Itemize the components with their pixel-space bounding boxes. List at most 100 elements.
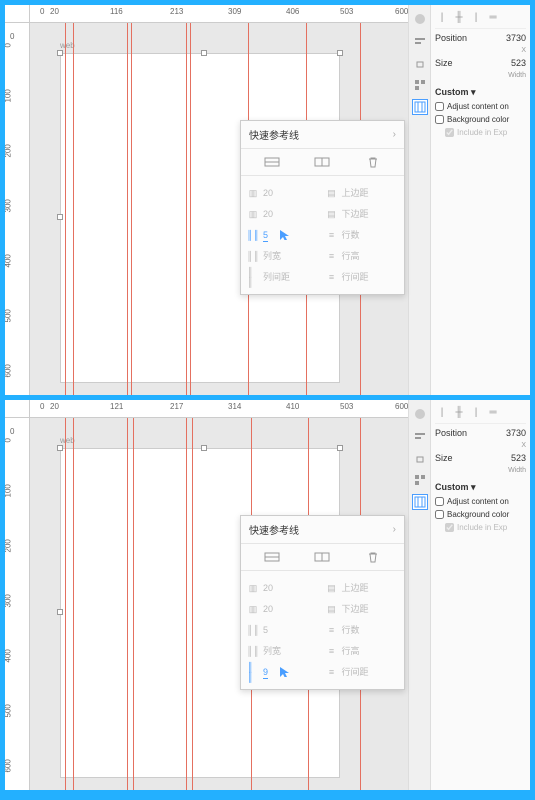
- vertical-guide[interactable]: [186, 23, 187, 395]
- ruler-origin: [5, 5, 30, 23]
- position-value[interactable]: 3730: [506, 33, 526, 43]
- rows-input[interactable]: 行数: [342, 227, 360, 243]
- align-icon[interactable]: [412, 428, 428, 444]
- align-top-icon[interactable]: ═: [486, 405, 500, 419]
- col-gap-input[interactable]: 9: [263, 666, 268, 679]
- vertical-guide[interactable]: [73, 23, 74, 395]
- chevron-right-icon[interactable]: ›: [393, 524, 396, 535]
- columns-input[interactable]: 5: [263, 229, 268, 242]
- align-center-icon[interactable]: ╫: [452, 405, 466, 419]
- margin-bottom-icon: ▤: [326, 603, 338, 615]
- adjust-checkbox[interactable]: [435, 102, 444, 111]
- vertical-guide[interactable]: [192, 418, 193, 790]
- columns-icon: ║║: [247, 229, 259, 241]
- margin-top-input[interactable]: 上边距: [342, 185, 369, 201]
- adjust-checkbox[interactable]: [435, 497, 444, 506]
- align-right-icon[interactable]: |: [469, 10, 483, 24]
- vertical-guide[interactable]: [131, 23, 132, 395]
- bgcolor-checkbox[interactable]: [435, 115, 444, 124]
- resize-handle[interactable]: [57, 609, 63, 615]
- trash-icon[interactable]: [363, 155, 383, 169]
- vertical-guide[interactable]: [186, 418, 187, 790]
- resize-handle[interactable]: [337, 50, 343, 56]
- ruler-tick: 121: [110, 402, 123, 411]
- ruler-vertical[interactable]: 0100200300400500600: [5, 23, 30, 395]
- vertical-guide[interactable]: [133, 418, 134, 790]
- options-icon[interactable]: [412, 472, 428, 488]
- align-icon[interactable]: [412, 33, 428, 49]
- ruler-tick: 0: [40, 7, 44, 16]
- align-left-icon[interactable]: |: [435, 405, 449, 419]
- align-center-icon[interactable]: ╫: [452, 10, 466, 24]
- col-gap-input[interactable]: 列间距: [263, 269, 290, 285]
- size-value[interactable]: 523: [511, 453, 526, 463]
- margin-top-input[interactable]: 上边距: [342, 580, 369, 596]
- horizontal-guide-icon[interactable]: [262, 550, 282, 564]
- resize-handle[interactable]: [57, 445, 63, 451]
- vertical-guide-icon[interactable]: [312, 550, 332, 564]
- margin-left-icon: ▥: [247, 187, 259, 199]
- cursor-icon: [280, 667, 290, 677]
- custom-dropdown[interactable]: Custom ▾: [435, 87, 476, 98]
- lock-icon[interactable]: [412, 55, 428, 71]
- fill-icon[interactable]: [412, 11, 428, 27]
- margin-right-input[interactable]: 20: [263, 208, 273, 221]
- resize-handle[interactable]: [337, 445, 343, 451]
- include-checkbox: [445, 128, 454, 137]
- rows-input[interactable]: 行数: [342, 622, 360, 638]
- horizontal-guide-icon[interactable]: [262, 155, 282, 169]
- chevron-right-icon[interactable]: ›: [393, 129, 396, 140]
- margin-left-input[interactable]: 20: [263, 582, 273, 595]
- resize-handle[interactable]: [57, 214, 63, 220]
- options-icon[interactable]: [412, 77, 428, 93]
- ruler-tick: 0: [5, 43, 13, 47]
- row-gap-icon: ≡: [326, 666, 338, 678]
- ruler-tick: 116: [110, 7, 123, 16]
- lock-icon[interactable]: [412, 450, 428, 466]
- grid-icon[interactable]: [412, 99, 428, 115]
- vertical-guide[interactable]: [73, 418, 74, 790]
- resize-handle[interactable]: [201, 445, 207, 451]
- resize-handle[interactable]: [57, 50, 63, 56]
- resize-handle[interactable]: [201, 50, 207, 56]
- row-gap-input[interactable]: 行间距: [342, 664, 369, 680]
- align-left-icon[interactable]: |: [435, 10, 449, 24]
- ruler-vertical[interactable]: 0100200300400500600: [5, 418, 30, 790]
- origin-label: 0: [10, 32, 14, 41]
- fill-icon[interactable]: [412, 406, 428, 422]
- ruler-tick: 500: [5, 309, 13, 322]
- margin-left-input[interactable]: 20: [263, 187, 273, 200]
- position-value[interactable]: 3730: [506, 428, 526, 438]
- row-gap-input[interactable]: 行间距: [342, 269, 369, 285]
- vertical-guide[interactable]: [190, 23, 191, 395]
- bgcolor-checkbox[interactable]: [435, 510, 444, 519]
- custom-dropdown[interactable]: Custom ▾: [435, 482, 476, 493]
- ruler-tick: 314: [228, 402, 241, 411]
- vertical-guide[interactable]: [127, 418, 128, 790]
- vertical-guide-icon[interactable]: [312, 155, 332, 169]
- columns-input[interactable]: 5: [263, 624, 268, 637]
- margin-right-input[interactable]: 20: [263, 603, 273, 616]
- col-width-input[interactable]: 列宽: [263, 248, 281, 264]
- popup-title: 快速参考线: [249, 522, 299, 537]
- row-height-input[interactable]: 行高: [342, 643, 360, 659]
- align-top-icon[interactable]: ═: [486, 10, 500, 24]
- trash-icon[interactable]: [363, 550, 383, 564]
- popup-body: ▥20 ▤上边距 ▥20 ▤下边距 ║║5 ≡行数 ║║列宽 ≡行高 ║ ║9 …: [241, 571, 404, 689]
- row-height-input[interactable]: 行高: [342, 248, 360, 264]
- align-right-icon[interactable]: |: [469, 405, 483, 419]
- popup-body: ▥20 ▤上边距 ▥20 ▤下边距 ║║5 ≡行数 ║║列宽 ≡行高 ║ ║列间…: [241, 176, 404, 294]
- vertical-guide[interactable]: [65, 23, 66, 395]
- vertical-guide[interactable]: [127, 23, 128, 395]
- size-value[interactable]: 523: [511, 58, 526, 68]
- margin-bottom-input[interactable]: 下边距: [342, 601, 369, 617]
- ruler-tick: 200: [5, 144, 13, 157]
- tool-column: [408, 5, 430, 395]
- col-width-input[interactable]: 列宽: [263, 643, 281, 659]
- col-gap-icon: ║ ║: [247, 271, 259, 283]
- margin-bottom-input[interactable]: 下边距: [342, 206, 369, 222]
- adjust-label: Adjust content on: [447, 497, 509, 506]
- grid-icon[interactable]: [412, 494, 428, 510]
- vertical-guide[interactable]: [65, 418, 66, 790]
- row-gap-icon: ≡: [326, 271, 338, 283]
